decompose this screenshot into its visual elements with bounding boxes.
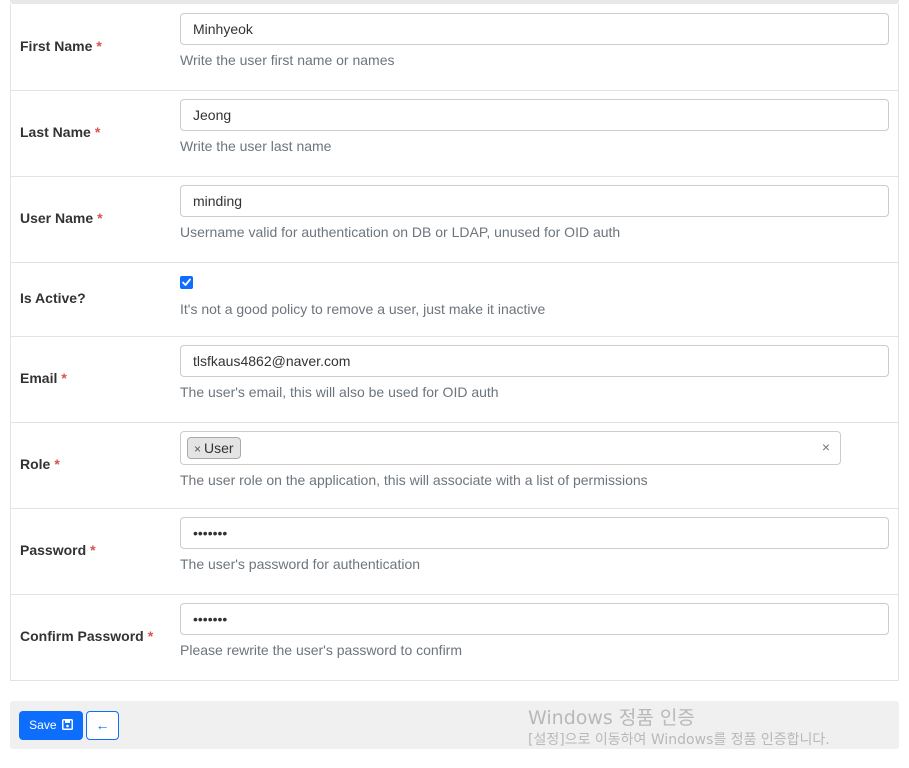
form-row-first-name: First Name * Minhyeok Write the user firs… — [11, 4, 898, 90]
role-label: Role * — [20, 456, 60, 472]
user-name-help: Username valid for authentication on DB … — [180, 224, 621, 240]
is-active-label: Is Active? — [20, 290, 86, 306]
last-name-field-group: Jeong Write the user last name — [180, 99, 889, 154]
save-button[interactable]: Save — [19, 711, 83, 740]
first-name-field-group: Minhyeok Write the user first name or na… — [180, 13, 889, 68]
back-button[interactable]: ← — [86, 711, 119, 740]
floppy-disk-icon — [61, 719, 73, 730]
form-row-password: Password * ••••••• The user's password fo… — [11, 508, 898, 594]
role-field-group: × User × The user role on the application… — [180, 431, 841, 488]
last-name-help: Write the user last name — [180, 138, 332, 154]
password-field-group: ••••••• The user's password for authenti… — [180, 517, 889, 572]
required-mark: * — [54, 456, 60, 472]
form-row-last-name: Last Name * Jeong Write the user last nam… — [11, 90, 898, 176]
arrow-left-icon: ← — [95, 717, 110, 733]
user-name-field-group: minding Username valid for authenticatio… — [180, 185, 889, 240]
form-row-is-active: Is Active? It's not a good policy to rem… — [11, 262, 898, 336]
checkmark-icon — [182, 278, 191, 286]
password-input[interactable]: ••••••• — [180, 517, 889, 549]
form-row-confirm-password: Confirm Password * ••••••• Please rewrite… — [11, 594, 898, 680]
last-name-label: Last Name * — [20, 124, 101, 140]
email-label: Email * — [20, 370, 67, 386]
required-mark: * — [90, 542, 96, 558]
email-field-group: tlsfkaus4862@naver.com The user's email,… — [180, 345, 889, 400]
chip-remove-icon[interactable]: × — [194, 442, 201, 456]
user-name-input[interactable]: minding — [180, 185, 889, 217]
is-active-checkbox[interactable] — [180, 276, 193, 289]
password-label: Password * — [20, 542, 96, 558]
first-name-help: Write the user first name or names — [180, 52, 395, 68]
confirm-password-label: Confirm Password * — [20, 628, 154, 644]
role-chip-user: × User — [187, 437, 241, 459]
save-button-label: Save — [29, 718, 57, 732]
confirm-password-field-group: ••••••• Please rewrite the user's passwo… — [180, 603, 889, 658]
role-multiselect[interactable]: × User × — [180, 431, 841, 465]
required-mark: * — [147, 628, 154, 644]
first-name-label: First Name * — [20, 38, 102, 54]
user-edit-form: First Name * Minhyeok Write the user firs… — [10, 4, 899, 681]
password-help: The user's password for authentication — [180, 556, 421, 572]
user-name-label: User Name * — [20, 210, 103, 226]
required-mark: * — [94, 124, 101, 140]
clear-selection-icon[interactable]: × — [822, 439, 830, 455]
required-mark: * — [61, 370, 67, 386]
windows-activation-title: Windows 정품 인증 — [528, 707, 695, 729]
form-row-user-name: User Name * minding Username valid for au… — [11, 176, 898, 262]
required-mark: * — [96, 38, 102, 54]
windows-activation-subtitle: [설정]으로 이동하여 Windows를 정품 인증합니다. — [528, 732, 830, 748]
is-active-help: It's not a good policy to remove a user,… — [180, 301, 546, 317]
required-mark: * — [97, 210, 103, 226]
first-name-input[interactable]: Minhyeok — [180, 13, 889, 45]
role-help: The user role on the application, this w… — [180, 472, 648, 488]
confirm-password-help: Please rewrite the user's password to co… — [180, 642, 463, 658]
email-input[interactable]: tlsfkaus4862@naver.com — [180, 345, 889, 377]
form-row-role: Role * × User × The user role on the appli… — [11, 422, 898, 508]
form-row-email: Email * tlsfkaus4862@naver.com The user's… — [11, 336, 898, 422]
last-name-input[interactable]: Jeong — [180, 99, 889, 131]
confirm-password-input[interactable]: ••••••• — [180, 603, 889, 635]
is-active-field-group: It's not a good policy to remove a user,… — [180, 275, 545, 317]
role-chip-label: User — [204, 440, 234, 456]
email-help: The user's email, this will also be used… — [180, 384, 499, 400]
